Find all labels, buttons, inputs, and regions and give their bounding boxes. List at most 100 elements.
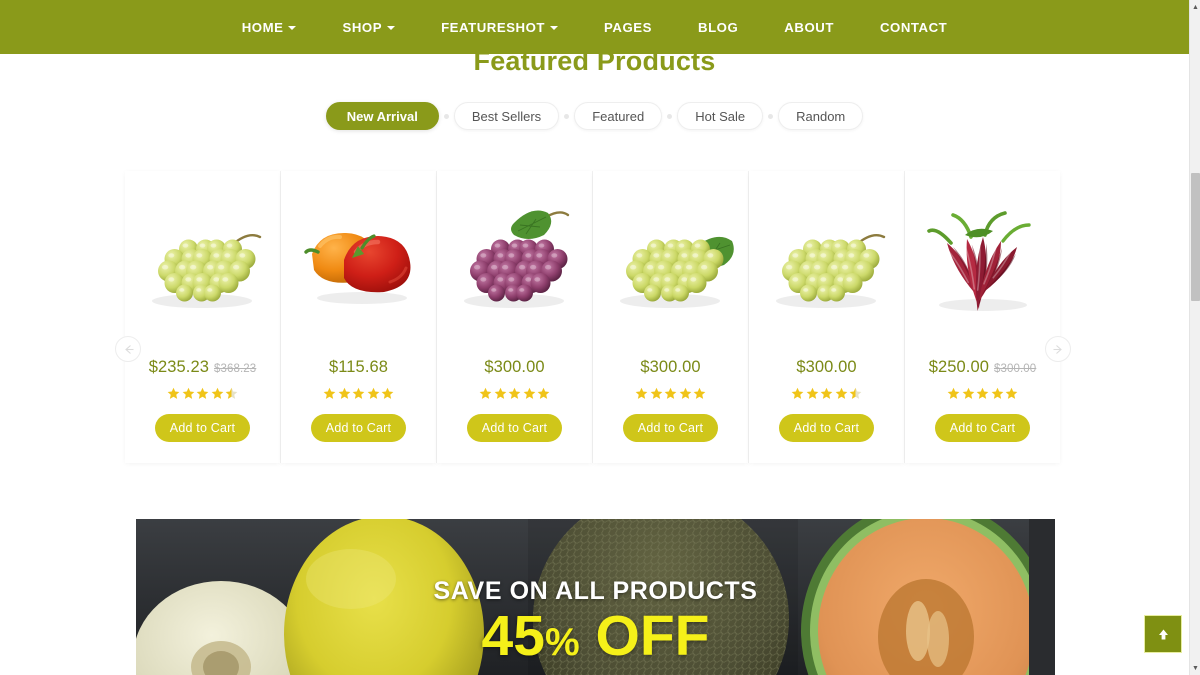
tab-featured[interactable]: Featured [574,102,663,130]
product-old-price: $300.00 [994,363,1037,375]
star-full-icon [211,387,223,399]
star-full-icon [381,387,394,399]
star-full-icon [1005,387,1018,399]
product-thumbnail[interactable] [437,171,592,351]
scrollbar-thumb[interactable] [1191,173,1200,301]
product-thumbnail[interactable] [281,171,436,351]
nav-item-pages[interactable]: PAGES [581,20,675,35]
product-image [303,232,410,304]
tab-label: Random [796,108,846,124]
tab-random[interactable]: Random [778,102,864,130]
nav-item-home[interactable]: HOME [219,20,320,35]
product-rating [791,386,862,400]
carousel-next-button[interactable] [1045,336,1071,362]
product-price-row: $300.00 [796,358,856,378]
star-half-icon [225,387,238,399]
product-price: $300.00 [484,358,545,376]
product-card[interactable]: $250.00 $300.00 Add to Cart [905,171,1060,463]
product-card[interactable]: $300.00 Add to Cart [593,171,749,463]
product-rating [635,386,706,400]
nav-item-shop[interactable]: SHOP [319,20,418,35]
product-card[interactable]: $115.68 Add to Cart [281,171,437,463]
product-price: $235.23 [148,358,210,376]
add-to-cart-button[interactable]: Add to Cart [934,414,1031,442]
product-price-row: $250.00 $300.00 [929,358,1037,378]
star-full-icon [820,387,833,399]
vertical-scrollbar[interactable]: ▲ ▼ [1189,0,1200,675]
product-thumbnail[interactable] [125,171,280,351]
product-card[interactable]: $300.00 Add to Cart [437,171,593,463]
star-full-icon [835,387,847,399]
tab-hot-sale[interactable]: Hot Sale [677,102,764,130]
main-navigation: HOME SHOP FEATURESHOT PAGES BLOG ABOUT CONTACT [0,0,1189,54]
product-rating [167,386,238,400]
carousel-prev-button[interactable] [115,336,141,362]
banner-background-image [136,519,1055,675]
star-full-icon [635,387,648,399]
product-price-row: $300.00 [484,358,544,378]
tab-label: Hot Sale [695,108,746,124]
star-full-icon [323,387,336,399]
nav-item-label: BLOG [698,19,739,35]
product-image [619,236,734,308]
nav-item-about[interactable]: ABOUT [761,20,857,35]
chevron-down-icon [550,26,559,30]
product-thumbnail[interactable] [905,171,1060,351]
scroll-up-icon[interactable]: ▲ [1190,1,1200,13]
product-price-row: $300.00 [640,358,700,378]
promo-banner[interactable]: SAVE ON ALL PRODUCTS 45% OFF [136,519,1055,675]
product-image [775,234,885,308]
add-to-cart-button[interactable]: Add to Cart [778,414,875,442]
star-full-icon [494,387,506,399]
tab-new-arrival[interactable]: New Arrival [325,102,439,130]
scroll-down-icon[interactable]: ▼ [1190,662,1200,674]
nav-item-label: PAGES [604,19,652,35]
nav-list: HOME SHOP FEATURESHOT PAGES BLOG ABOUT CONTACT [219,20,971,35]
product-old-price: $368.23 [214,363,257,375]
scroll-to-top-button[interactable] [1144,615,1182,653]
product-thumbnail[interactable] [749,171,904,351]
star-full-icon [947,387,960,399]
add-to-cart-button[interactable]: Add to Cart [466,414,563,442]
product-image [463,210,569,308]
star-full-icon [679,387,691,399]
add-to-cart-button[interactable]: Add to Cart [310,414,407,442]
star-full-icon [650,387,662,399]
nav-item-label: ABOUT [784,19,834,35]
star-half-icon [849,387,862,399]
product-rating [947,386,1018,400]
product-image [926,211,1031,311]
tab-best-sellers[interactable]: Best Sellers [453,102,560,130]
product-filter-tabs: New Arrival Best Sellers Featured Hot Sale R… [0,102,1189,130]
product-price: $300.00 [640,358,701,376]
chevron-down-icon [288,26,297,30]
tab-separator-dot [443,113,449,119]
product-carousel: $235.23 $368.23 Add to Cart $115.68 Add to C… [125,171,1060,463]
nav-item-featureshot[interactable]: FEATURESHOT [418,20,581,35]
star-full-icon [479,387,492,399]
add-to-cart-button[interactable]: Add to Cart [622,414,719,442]
star-full-icon [352,387,365,399]
nav-item-contact[interactable]: CONTACT [857,20,970,35]
add-to-cart-button[interactable]: Add to Cart [154,414,251,442]
star-full-icon [182,387,194,399]
star-full-icon [976,387,989,399]
product-price: $250.00 [928,358,990,376]
product-rating [323,386,394,400]
product-card[interactable]: $235.23 $368.23 Add to Cart [125,171,281,463]
nav-item-label: FEATURESHOT [441,19,546,35]
tab-label: New Arrival [346,108,418,124]
product-price-row: $235.23 $368.23 [149,358,257,378]
nav-item-label: SHOP [342,19,383,35]
nav-item-blog[interactable]: BLOG [675,20,761,35]
star-full-icon [791,387,804,399]
tab-separator-dot [768,113,774,119]
product-thumbnail[interactable] [593,171,748,351]
star-full-icon [991,387,1003,399]
product-card[interactable]: $300.00 Add to Cart [749,171,905,463]
star-full-icon [537,387,550,399]
star-full-icon [167,387,180,399]
arrow-right-icon [1053,344,1062,354]
chevron-down-icon [387,26,396,30]
product-rating [479,386,550,400]
